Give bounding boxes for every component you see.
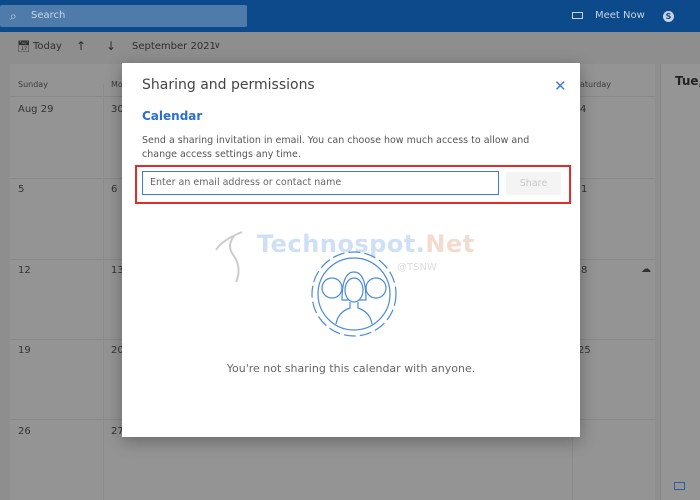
expand-pane-icon[interactable] <box>674 482 685 490</box>
close-icon[interactable]: ✕ <box>554 77 567 95</box>
today-button[interactable]: Today <box>33 41 62 52</box>
dialog-description: Send a sharing invitation in email. You … <box>142 135 530 160</box>
search-input[interactable]: ⌕ Search <box>0 5 247 27</box>
day-header-saturday: aturday <box>580 80 611 89</box>
next-arrow-icon[interactable]: ↓ <box>106 39 116 53</box>
day-header-sunday: Sunday <box>18 80 48 89</box>
people-illustration <box>311 251 397 337</box>
skype-icon[interactable]: S <box>663 11 674 22</box>
day-cell[interactable]: 5 <box>18 184 24 195</box>
share-button[interactable]: Share <box>506 172 561 195</box>
calendar-today-icon: 📅︎ <box>17 40 31 53</box>
previous-arrow-icon[interactable]: ↑ <box>76 39 86 53</box>
sharing-dialog: Sharing and permissions ✕ Calendar Send … <box>122 63 580 437</box>
day-detail-pane: Tue, <box>660 64 700 500</box>
meet-now-button[interactable]: Meet Now <box>572 0 645 32</box>
search-placeholder: Search <box>31 10 66 21</box>
month-selector[interactable]: September 2021 <box>132 41 216 52</box>
email-input[interactable]: Enter an email address or contact name <box>142 171 499 195</box>
day-detail-title: Tue, <box>675 74 700 88</box>
meet-now-label: Meet Now <box>595 10 645 21</box>
chevron-down-icon[interactable]: ∨ <box>214 41 221 51</box>
day-cell[interactable]: Aug 29 <box>18 104 53 115</box>
top-bar: ⌕ Search Meet Now S <box>0 0 700 32</box>
calendar-name: Calendar <box>142 109 203 123</box>
day-cell[interactable]: 4 <box>580 104 586 115</box>
day-cell[interactable]: 6 <box>111 184 117 195</box>
dialog-title: Sharing and permissions <box>142 77 315 93</box>
day-cell[interactable]: 12 <box>18 265 31 276</box>
day-cell[interactable]: 19 <box>18 345 31 356</box>
empty-state-message: You're not sharing this calendar with an… <box>226 362 476 375</box>
day-cell[interactable]: 1 <box>581 184 587 195</box>
day-cell[interactable]: 8 <box>581 265 587 276</box>
day-cell[interactable]: 26 <box>18 426 31 437</box>
video-camera-icon <box>572 11 583 19</box>
calendar-toolbar: 📅︎ Today ↑ ↓ September 2021 ∨ <box>0 32 700 64</box>
search-icon: ⌕ <box>10 9 17 23</box>
weather-cloud-icon: ☁︎ <box>641 264 651 275</box>
